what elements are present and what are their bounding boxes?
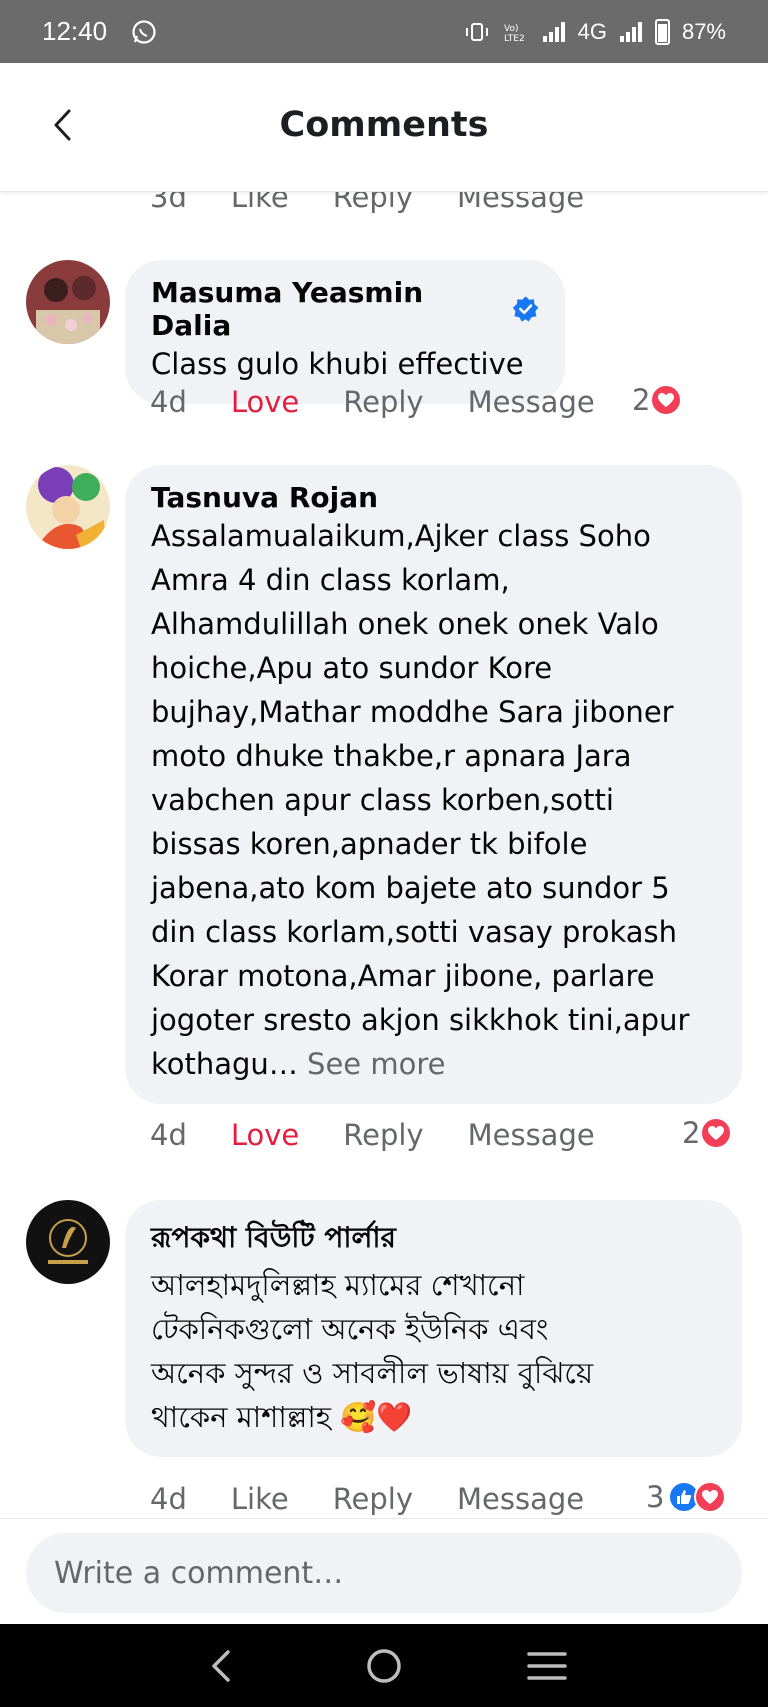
comment-line: আলহামদুলিল্লাহ ম্যামের শেখানো [151,1268,525,1302]
battery-level: 87% [681,18,726,44]
comment-bubble[interactable]: রূপকথা বিউটি পার্লার আলহামদুলিল্লাহ ম্যা… [125,1200,742,1457]
commenter-name[interactable]: Masuma Yeasmin Dalia [151,276,539,342]
svg-text:Vo): Vo) [504,24,518,34]
comment-text: Assalamualaikum,Ajker class Soho Amra 4 … [151,514,716,1086]
comment-line: din class korlam,sotti vasay prokash [151,915,678,949]
reaction-summary[interactable]: 2 [682,1116,733,1150]
comment-line: hoiche,Apu ato sundor Kore [151,651,553,685]
signal-icon [542,21,565,42]
reaction-summary[interactable]: 2 [632,383,683,417]
comment-actions: 4d Love Reply Message [150,385,639,419]
like-button[interactable]: Like [231,1482,289,1516]
avatar[interactable] [26,1200,110,1284]
commenter-name-text: Masuma Yeasmin Dalia [151,276,424,342]
see-more-link[interactable]: See more [307,1047,445,1081]
signal-icon-2 [619,21,642,42]
message-button[interactable]: Message [457,192,584,214]
comment-line: jogoter sresto akjon sikkhok tini,apur [151,1003,690,1037]
comment-line: kothagu… See more [151,1042,716,1086]
comment-line: Amra 4 din class korlam, [151,563,510,597]
love-button[interactable]: Love [231,1118,299,1152]
avatar[interactable] [26,465,110,549]
svg-text:LTE2: LTE2 [504,34,525,43]
avatar-image [26,1200,110,1284]
comment-line: vabchen apur class korben,sotti [151,783,614,817]
nav-back-icon[interactable] [197,1642,245,1690]
reaction-count: 3 [646,1480,665,1514]
message-button[interactable]: Message [468,1118,595,1152]
header: Comments [0,63,768,192]
comment-bubble[interactable]: Masuma Yeasmin Dalia Class gulo khubi ef… [125,260,565,404]
comment-time: 4d [150,1118,187,1152]
comment-line: bujhay,Mathar moddhe Sara jiboner [151,695,674,729]
comment-text: Class gulo khubi effective [151,347,524,381]
comment-input[interactable]: Write a comment… [26,1533,742,1613]
comment-line: bissas koren,apnader tk bifole [151,827,588,861]
page-title: Comments [279,105,489,145]
comment-line: Assalamualaikum,Ajker class Soho [151,519,651,553]
comment-line: jabena,ato kom bajete ato sundor 5 [151,871,670,905]
network-type: 4G [577,18,607,44]
avatar[interactable] [26,260,110,344]
commenter-name[interactable]: Tasnuva Rojan [151,481,716,514]
nav-recents-icon[interactable] [523,1642,571,1690]
whatsapp-icon [132,19,156,44]
avatar-image [26,465,110,549]
reply-button[interactable]: Reply [333,1482,413,1516]
comment-time: 4d [150,1482,187,1516]
avatar-image [26,260,110,344]
status-time: 12:40 [42,16,108,46]
status-bar: 12:40 Vo) LTE2 4G 87% [0,0,768,63]
reaction-count: 2 [632,383,651,417]
comment-line: অনেক সুন্দর ও সাবলীল ভাষায় বুঝিয়ে [151,1356,594,1390]
comment-line: Korar motona,Amar jibone, parlare [151,959,655,993]
comment-line: টেকনিকগুলো অনেক ইউনিক এবং [151,1312,549,1346]
comment-time: 4d [150,385,187,419]
message-button[interactable]: Message [457,1482,584,1516]
comment-actions: 4d Like Reply Message [150,1482,628,1516]
heart-icon [700,1117,733,1149]
heart-icon [650,384,683,416]
comments-feed[interactable]: 3d Like Reply Message Masuma Yeasmin Dal… [0,192,768,1518]
comment-bubble[interactable]: Tasnuva Rojan Assalamualaikum,Ajker clas… [125,465,742,1104]
system-nav-bar [0,1624,768,1707]
comment-line: Alhamdulillah onek onek onek Valo [151,607,659,641]
nav-home-icon[interactable] [360,1642,408,1690]
comment-line: থাকেন মাশাল্লাহ 🥰❤️ [151,1400,413,1434]
comment-actions: 3d Like Reply Message [150,192,628,214]
reply-button[interactable]: Reply [343,1118,423,1152]
heart-icon [694,1481,727,1513]
commenter-name[interactable]: রূপকথা বিউটি পার্লার [151,1216,716,1263]
verified-badge-icon [512,296,539,322]
comment-line-end: kothagu… [151,1047,298,1081]
reaction-count: 2 [682,1116,701,1150]
like-button[interactable]: Like [231,192,289,214]
comment-text: আলহামদুলিল্লাহ ম্যামের শেখানো টেকনিকগুলো… [151,1263,716,1439]
love-button[interactable]: Love [231,385,299,419]
message-button[interactable]: Message [468,385,595,419]
comment-line: moto dhuke thakbe,r apnara Jara [151,739,632,773]
comment-composer-bar: Write a comment… [0,1518,768,1624]
status-right: Vo) LTE2 4G 87% [464,18,726,45]
comment-actions: 4d Love Reply Message [150,1118,639,1152]
vibrate-icon [465,22,488,41]
reply-button[interactable]: Reply [343,385,423,419]
battery-icon [654,18,670,45]
volte-icon: Vo) LTE2 [504,24,525,43]
reaction-summary[interactable]: 3 [646,1480,727,1514]
reply-button[interactable]: Reply [333,192,413,214]
comment-time: 3d [150,192,187,214]
